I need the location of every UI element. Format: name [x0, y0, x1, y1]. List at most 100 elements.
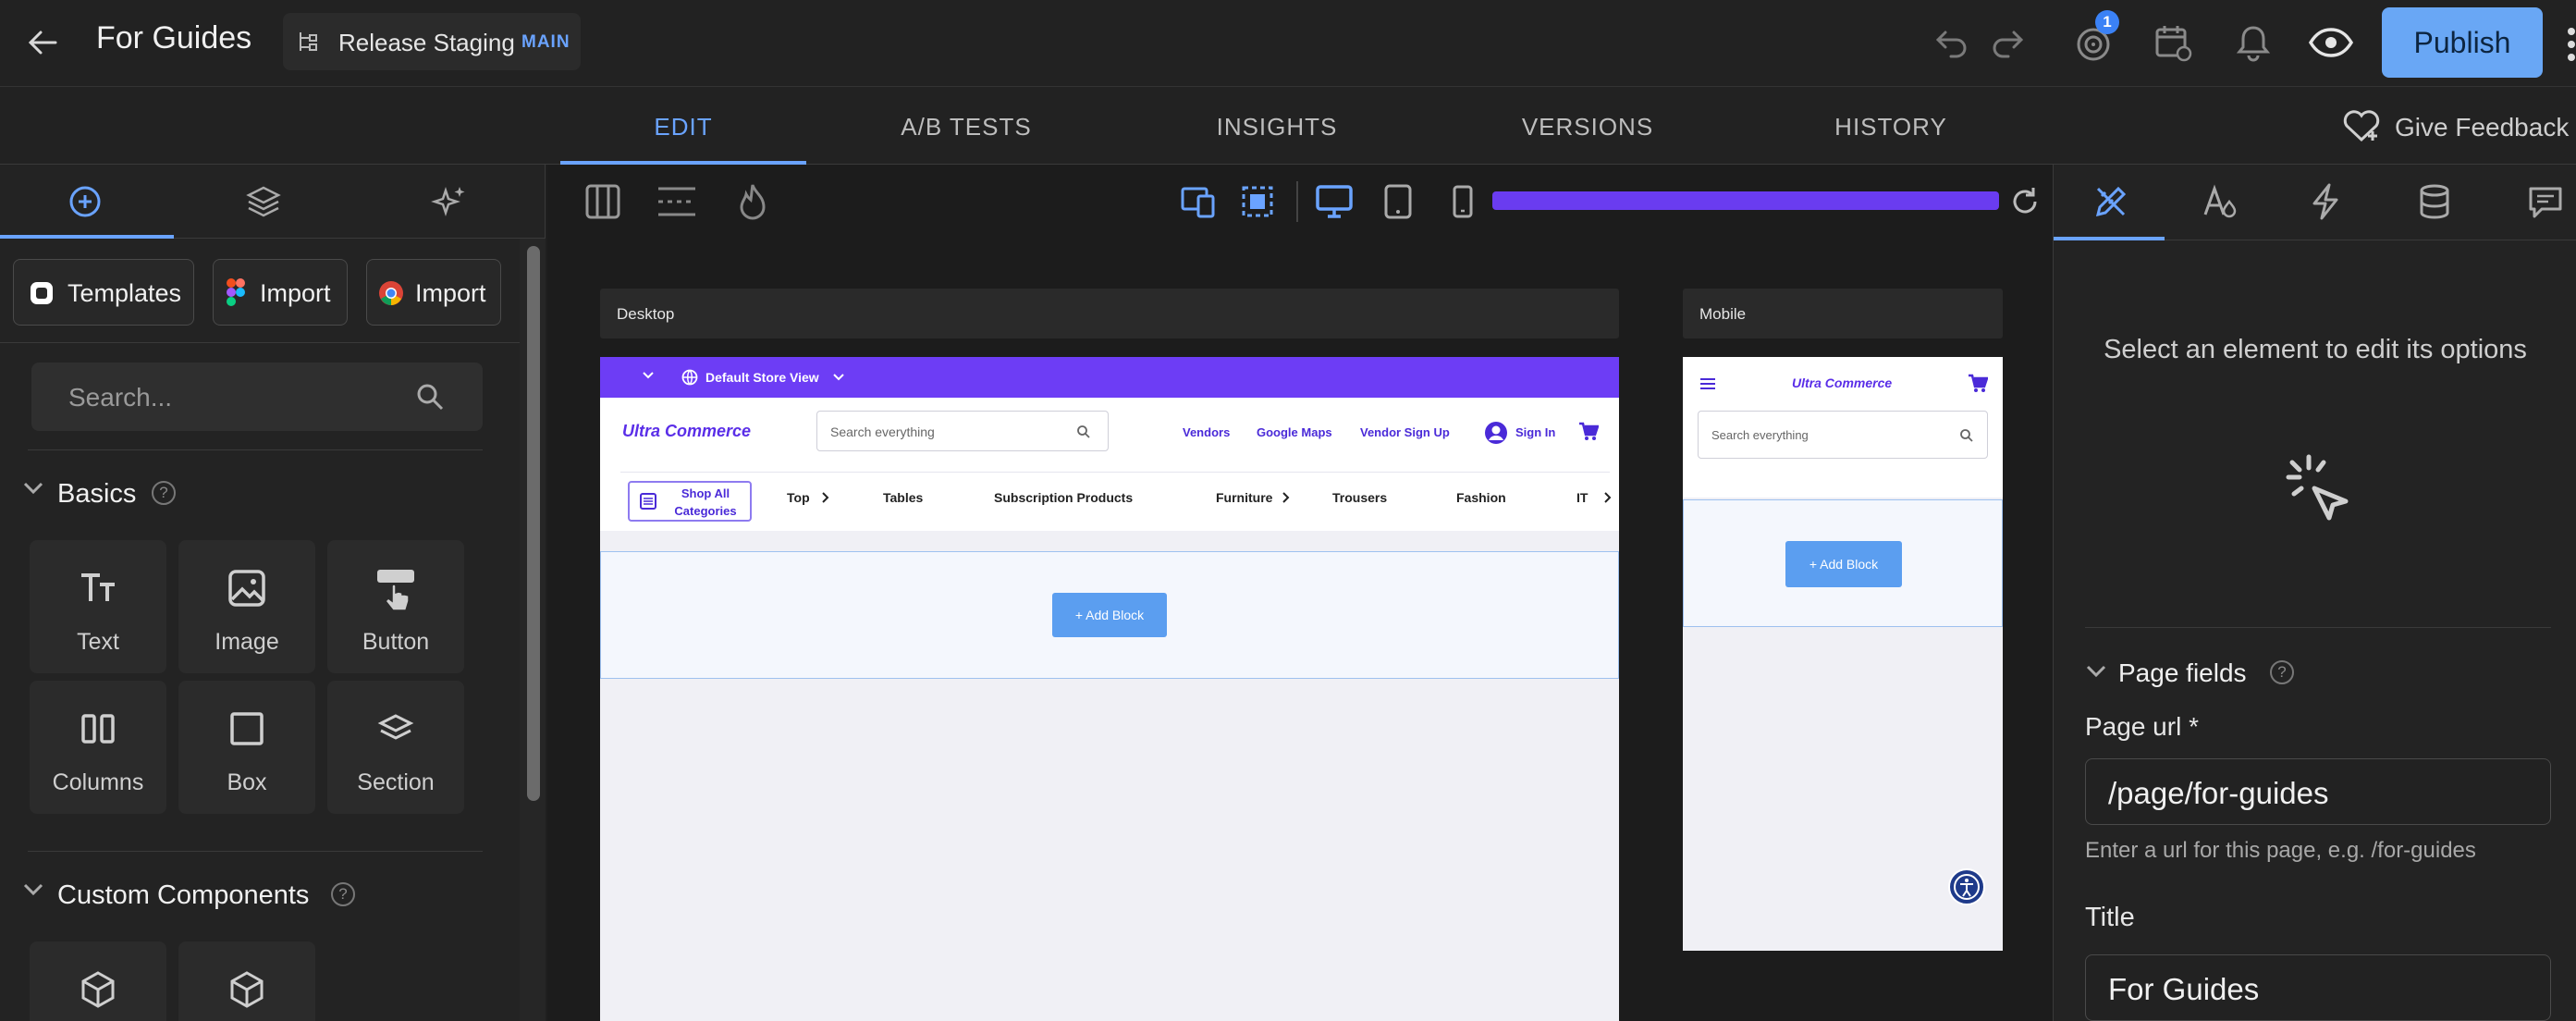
tab-history[interactable]: HISTORY	[1794, 87, 1988, 165]
category-trousers[interactable]: Trousers	[1332, 490, 1387, 505]
layers-icon[interactable]	[245, 183, 282, 220]
title-label: Title	[2085, 903, 2135, 932]
help-icon[interactable]: ?	[2270, 660, 2294, 684]
divider	[0, 342, 520, 343]
select-frame-icon[interactable]	[1239, 183, 1276, 220]
page-fields-chevron-icon[interactable]	[2085, 664, 2107, 679]
tab-versions[interactable]: VERSIONS	[1490, 87, 1685, 165]
mobile-frame-label: Mobile	[1683, 289, 2003, 338]
button-block-tile[interactable]: Button	[327, 540, 464, 673]
sign-in-link[interactable]: Sign In	[1515, 425, 1555, 439]
cart-icon[interactable]	[1578, 422, 1599, 442]
tab-ab-tests[interactable]: A/B TESTS	[860, 87, 1073, 165]
branch-tag: MAIN	[521, 32, 570, 52]
chevron-down-icon[interactable]	[643, 372, 654, 379]
mobile-store-header: Ultra Commerce Search everything	[1683, 357, 2003, 498]
tab-edit[interactable]: EDIT	[560, 87, 806, 165]
category-subscription-products[interactable]: Subscription Products	[994, 490, 1133, 505]
section-tile-label: Section	[357, 769, 435, 795]
basics-section-title: Basics	[57, 479, 137, 509]
add-block-button[interactable]: + Add Block	[1052, 593, 1167, 637]
chrome-import-label: Import	[415, 279, 486, 307]
preview-eye-icon[interactable]	[2308, 24, 2354, 61]
section-block-tile[interactable]: Section	[327, 681, 464, 814]
box-block-tile[interactable]: Box	[178, 681, 315, 814]
mobile-add-block-button[interactable]: + Add Block	[1785, 541, 1902, 587]
columns-block-tile[interactable]: Columns	[30, 681, 166, 814]
undo-icon[interactable]	[1932, 23, 1971, 62]
redo-icon[interactable]	[1988, 23, 2027, 62]
data-database-icon[interactable]	[2418, 183, 2451, 220]
refresh-icon[interactable]	[2008, 185, 2042, 218]
mobile-search-field[interactable]: Search everything	[1698, 411, 1988, 459]
vendors-link[interactable]: Vendors	[1183, 425, 1230, 439]
custom-component-tile[interactable]	[30, 941, 166, 1021]
category-fashion[interactable]: Fashion	[1456, 490, 1506, 505]
element-search-field[interactable]: Search...	[31, 363, 483, 431]
mobile-store-logo[interactable]: Ultra Commerce	[1792, 375, 1892, 390]
category-tables[interactable]: Tables	[883, 490, 923, 505]
add-elements-icon[interactable]	[67, 183, 104, 220]
hamburger-menu-icon[interactable]	[1699, 377, 1716, 390]
figma-import-button[interactable]: Import	[213, 259, 348, 326]
custom-components-chevron-icon[interactable]	[22, 882, 44, 897]
figma-import-label: Import	[260, 279, 331, 307]
cart-icon[interactable]	[1968, 374, 1988, 394]
mobile-preview-frame[interactable]: Ultra Commerce Search everything + Add B…	[1683, 357, 2003, 951]
chrome-import-button[interactable]: Import	[366, 259, 501, 326]
desktop-view-icon[interactable]	[1315, 183, 1354, 220]
help-icon[interactable]: ?	[331, 882, 355, 906]
category-it[interactable]: IT	[1576, 490, 1588, 505]
shop-all-categories-button[interactable]: Shop All Categories	[628, 481, 752, 522]
interactions-lightning-icon[interactable]	[2309, 183, 2342, 220]
feedback-heart-icon[interactable]	[2341, 107, 2382, 144]
templates-button[interactable]: Templates	[13, 259, 194, 326]
desktop-preview-frame[interactable]: Default Store View Ultra Commerce Search…	[600, 357, 1619, 1021]
spacing-guides-icon[interactable]	[656, 183, 697, 220]
image-block-tile[interactable]: Image	[178, 540, 315, 673]
preview-url-bar[interactable]	[1492, 191, 1999, 210]
left-panel-tabs	[0, 165, 546, 239]
store-logo[interactable]: Ultra Commerce	[622, 422, 751, 441]
editor-tab-bar: EDIT A/B TESTS INSIGHTS VERSIONS HISTORY…	[0, 87, 2576, 165]
store-view-selector[interactable]: Default Store View	[705, 370, 819, 385]
comments-icon[interactable]	[2527, 183, 2564, 220]
typography-icon[interactable]	[2202, 183, 2239, 220]
active-tab-indicator	[2054, 237, 2165, 240]
right-panel: Select an element to edit its options Pa…	[2053, 165, 2576, 1021]
custom-component-tile[interactable]	[178, 941, 315, 1021]
tablet-view-icon[interactable]	[1383, 183, 1413, 220]
basics-chevron-icon[interactable]	[22, 481, 44, 496]
style-tools-icon[interactable]	[2092, 183, 2129, 220]
branch-selector[interactable]: Release Staging MAIN	[283, 13, 581, 70]
tab-insights[interactable]: INSIGHTS	[1174, 87, 1380, 165]
more-menu-icon[interactable]	[2567, 26, 2576, 63]
user-avatar-icon[interactable]	[1484, 421, 1508, 445]
accessibility-icon[interactable]	[1947, 867, 1986, 906]
button-tile-label: Button	[362, 629, 430, 655]
google-maps-link[interactable]: Google Maps	[1257, 425, 1332, 439]
chevron-down-icon[interactable]	[833, 374, 844, 381]
mobile-view-icon[interactable]	[1452, 185, 1474, 218]
columns-icon	[78, 708, 118, 749]
panel-scrollbar-thumb[interactable]	[527, 246, 540, 801]
page-url-input[interactable]: /page/for-guides	[2085, 758, 2551, 825]
title-input[interactable]: For Guides	[2085, 954, 2551, 1021]
publish-button[interactable]: Publish	[2382, 7, 2543, 78]
store-search-field[interactable]: Search everything	[816, 411, 1109, 451]
vendor-signup-link[interactable]: Vendor Sign Up	[1360, 425, 1450, 439]
category-top[interactable]: Top	[787, 490, 810, 505]
give-feedback-link[interactable]: Give Feedback	[2395, 113, 2569, 142]
responsive-view-icon[interactable]	[1180, 183, 1217, 220]
text-block-tile[interactable]: Text	[30, 540, 166, 673]
custom-components-title: Custom Components	[57, 880, 310, 910]
ai-sparkle-icon[interactable]	[431, 183, 468, 220]
heatmap-flame-icon[interactable]	[736, 181, 769, 222]
schedule-calendar-icon[interactable]	[2153, 22, 2193, 63]
column-guides-icon[interactable]	[584, 183, 621, 220]
back-arrow-icon[interactable]	[24, 24, 61, 61]
help-icon[interactable]: ?	[152, 481, 176, 505]
mobile-empty-block-zone: + Add Block	[1683, 499, 2003, 627]
bell-icon[interactable]	[2234, 22, 2273, 63]
category-furniture[interactable]: Furniture	[1216, 490, 1272, 505]
